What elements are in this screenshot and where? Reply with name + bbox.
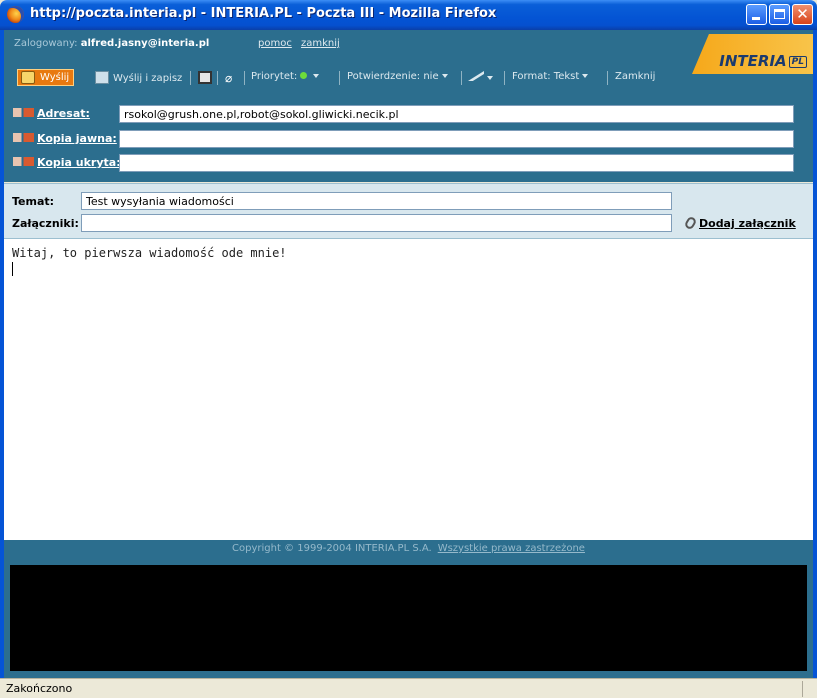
to-row: Adresat: rsokol@grush.one.pl,robot@sokol… (4, 104, 813, 124)
toolbar-separator (504, 71, 505, 85)
attachments-field[interactable] (81, 214, 672, 232)
send-icon (21, 71, 35, 84)
rights-link[interactable]: Wszystkie prawa zastrzeżone (438, 543, 585, 554)
resize-grip[interactable] (802, 681, 817, 697)
toolbar-separator (244, 71, 245, 85)
chevron-down-icon (582, 74, 589, 78)
maximize-icon (774, 9, 785, 19)
address-book-icon (13, 133, 34, 142)
pen-icon (468, 71, 484, 81)
window-title: http://poczta.interia.pl - INTERIA.PL - … (30, 6, 497, 21)
send-save-button[interactable]: Wyślij i zapisz (95, 71, 182, 84)
attachments-label: Załączniki: (12, 217, 79, 230)
toolbar-separator (461, 71, 462, 85)
attachments-row: Załączniki: Dodaj załącznik (4, 213, 813, 233)
bcc-row: Kopia ukryta: (4, 153, 813, 173)
close-window-button[interactable]: ✕ (792, 4, 813, 25)
subject-row: Temat: Test wysyłania wiadomości (4, 191, 813, 211)
subject-panel: Temat: Test wysyłania wiadomości Załączn… (4, 183, 813, 239)
cc-label[interactable]: Kopia jawna: (13, 132, 117, 145)
cc-row: Kopia jawna: (4, 129, 813, 149)
ad-area (4, 557, 813, 678)
format-dropdown[interactable]: Format: Tekst (512, 71, 589, 82)
paperclip-icon (683, 215, 698, 231)
copyright-text: Copyright © 1999-2004 INTERIA.PL S.A. (232, 543, 432, 554)
priority-dropdown[interactable]: Priorytet: (251, 71, 320, 82)
add-attachment-link[interactable]: Dodaj załącznik (683, 215, 796, 231)
signature-dropdown[interactable] (468, 71, 493, 84)
message-body[interactable]: Witaj, to pierwsza wiadomość ode mnie! (4, 238, 813, 540)
window-title-bar[interactable]: http://poczta.interia.pl - INTERIA.PL - … (0, 0, 817, 30)
attach-button[interactable]: ⌀ (225, 71, 232, 85)
chevron-down-icon (441, 74, 448, 78)
logged-label: Zalogowany: (14, 38, 78, 49)
compose-toolbar: Wyślij Wyślij i zapisz ⌀ Priorytet: Potw… (4, 67, 692, 89)
login-info: Zalogowany: alfred.jasny@interia.pl (14, 38, 209, 49)
message-text: Witaj, to pierwsza wiadomość ode mnie! (12, 246, 287, 260)
interia-logo[interactable]: INTERIA PL (719, 52, 807, 70)
header-links: pomoc zamknij (258, 38, 346, 49)
firefox-icon (7, 6, 24, 23)
help-link[interactable]: pomoc (258, 38, 292, 49)
paperclip-icon: ⌀ (225, 71, 233, 85)
subject-field[interactable]: Test wysyłania wiadomości (81, 192, 672, 210)
send-save-icon (95, 71, 109, 84)
cc-field[interactable] (119, 130, 794, 148)
confirmation-dropdown[interactable]: Potwierdzenie: nie (347, 71, 448, 82)
address-panel: Adresat: rsokol@grush.one.pl,robot@sokol… (4, 90, 813, 182)
close-icon: ✕ (796, 5, 809, 23)
minimize-button[interactable] (746, 4, 767, 25)
subject-label: Temat: (12, 195, 55, 208)
window-frame-right (813, 30, 817, 678)
chevron-down-icon (487, 76, 493, 80)
to-field[interactable]: rsokol@grush.one.pl,robot@sokol.gliwicki… (119, 105, 794, 123)
ad-banner[interactable] (10, 565, 807, 671)
save-draft-button[interactable] (198, 71, 216, 84)
text-cursor (12, 262, 13, 276)
to-label[interactable]: Adresat: (13, 107, 90, 120)
floppy-icon (198, 71, 212, 84)
toolbar-separator (339, 71, 340, 85)
bcc-label[interactable]: Kopia ukryta: (13, 156, 121, 169)
address-book-icon (13, 108, 34, 117)
toolbar-separator (190, 71, 191, 85)
bcc-field[interactable] (119, 154, 794, 172)
send-button[interactable]: Wyślij (17, 69, 75, 86)
address-book-icon (13, 157, 34, 166)
chevron-down-icon (313, 74, 320, 78)
status-text: Zakończono (6, 682, 73, 695)
copyright-bar: Copyright © 1999-2004 INTERIA.PL S.A. Wsz… (4, 540, 813, 557)
logout-link[interactable]: zamknij (301, 38, 340, 49)
toolbar-separator (607, 71, 608, 85)
status-bar: Zakończono (0, 678, 817, 698)
user-email: alfred.jasny@interia.pl (80, 38, 210, 49)
priority-normal-icon (300, 72, 308, 79)
close-compose-button[interactable]: Zamknij (615, 71, 655, 82)
maximize-button[interactable] (769, 4, 790, 25)
toolbar-separator (217, 71, 218, 85)
minimize-icon (752, 17, 760, 20)
